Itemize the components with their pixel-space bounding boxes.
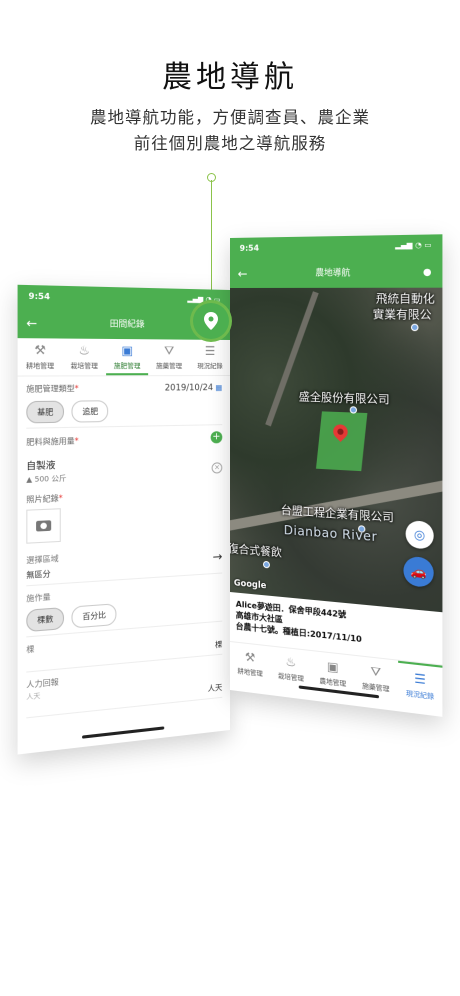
chip-top-dress[interactable]: 追肥 <box>71 400 109 423</box>
status-icons: ▂▄▆ ◔ ▭ <box>395 240 432 250</box>
labor-value: 人天 <box>207 682 223 694</box>
category-tabs: ⚒ 耕地管理 ♨ 栽培管理 ▣ 施肥管理 ⛛ 施藥管理 ☰ 現況紀錄 <box>17 338 231 377</box>
shovel-icon: ⚒ <box>244 649 256 665</box>
app-bar-title: 農地導航 <box>315 268 351 279</box>
unit-value: 棵 <box>215 639 223 650</box>
tab-cultivation[interactable]: ♨ 栽培管理 <box>270 646 311 691</box>
form-body: 施肥管理類型* 2019/10/24 ▦ 基肥 追肥 肥料與施用量* + 自製液… <box>18 376 230 732</box>
watering-can-icon: ♨ <box>78 342 90 358</box>
tab-fertilize[interactable]: ▣ 施肥管理 <box>105 338 149 376</box>
fertilizer-icon: ▣ <box>121 343 134 358</box>
photo-text: 照片紀錄 <box>26 493 59 505</box>
tab-label: 耕地管理 <box>25 361 55 371</box>
chip-base-fert[interactable]: 基肥 <box>26 400 65 424</box>
clipboard-icon: ☰ <box>204 343 216 358</box>
photo-label: 照片紀錄* <box>26 492 62 505</box>
app-bar-title: 田間紀錄 <box>109 319 145 331</box>
calendar-icon: ▦ <box>215 382 223 392</box>
tab-label: 施肥管理 <box>113 361 141 371</box>
fertilizer-icon: ▣ <box>326 658 339 675</box>
subtitle-line-2: 前往個別農地之導航服務 <box>133 134 327 153</box>
shovel-icon: ⚒ <box>34 342 46 358</box>
google-logo: Google <box>233 578 267 592</box>
tab-label: 現況紀錄 <box>197 361 223 371</box>
date-value: 2019/10/24 <box>164 382 214 394</box>
photo-add-button[interactable] <box>26 508 61 544</box>
tab-label: 施藥管理 <box>362 681 390 694</box>
place-marker-icon <box>410 323 419 332</box>
area-select[interactable]: 選擇區域 無區分 → <box>26 543 223 587</box>
date-field[interactable]: 2019/10/24 ▦ <box>165 383 223 393</box>
field-record-phone: 9:54 ▂▄▆ ◔ ▭ ← 田間紀錄 ⚒ 耕地管理 ♨ 栽培管理 ▣ 施肥管理 ⛛ 施… <box>17 284 231 755</box>
back-arrow-icon[interactable]: ← <box>26 308 37 338</box>
map-road <box>265 291 319 427</box>
tab-status[interactable]: ☰ 現況紀錄 <box>190 340 230 375</box>
add-icon[interactable]: + <box>210 431 223 444</box>
farm-plot[interactable] <box>315 411 368 472</box>
tab-status[interactable]: ☰ 現況紀錄 <box>397 660 443 708</box>
road-icon: ⛛ <box>370 663 382 680</box>
camera-icon <box>36 520 52 532</box>
tab-label: 農地管理 <box>319 676 347 689</box>
required-mark: * <box>58 493 63 504</box>
place-marker-icon <box>349 406 358 414</box>
tab-cultivation[interactable]: ♨ 栽培管理 <box>62 339 106 376</box>
map-label: 復合式餐飲 <box>230 541 282 560</box>
tab-farmland[interactable]: ⚒ 耕地管理 <box>18 338 63 375</box>
fert-type-chips: 基肥 追肥 <box>26 399 223 429</box>
fert-type-text: 施肥管理類型 <box>26 383 75 394</box>
home-indicator <box>82 726 165 739</box>
tab-label: 現況紀錄 <box>405 689 435 701</box>
area-label: 選擇區域 <box>26 553 59 566</box>
map-label: 盛全股份有限公司 <box>298 390 390 407</box>
map-label: 飛統自動化 <box>375 291 435 306</box>
satellite-map[interactable]: 飛統自動化 實業有限公 盛全股份有限公司 台盟工程企業有限公司 Dianbao … <box>230 287 443 613</box>
clipboard-icon: ☰ <box>414 670 426 688</box>
area-value: 無區分 <box>26 568 51 580</box>
location-pin-icon <box>190 300 232 342</box>
arrow-right-icon: → <box>212 548 223 564</box>
headline: 農地導航 <box>162 60 298 95</box>
farm-navigation-phone: 9:54 ▂▄▆ ◔ ▭ ← 農地導航 ● 飛統自動化 實業有限公 盛全股份有限… <box>230 234 443 717</box>
tab-farmland[interactable]: ⚒ 耕地管理 <box>230 642 270 686</box>
fert-type-label: 施肥管理類型* <box>26 383 78 395</box>
material-item: 自製液 ▲ 500 公斤 <box>26 453 66 493</box>
watering-can-icon: ♨ <box>285 654 297 670</box>
chip-percent[interactable]: 百分比 <box>71 603 117 629</box>
clear-icon[interactable]: × <box>211 462 223 474</box>
tab-label: 施藥管理 <box>156 361 183 371</box>
location-pin-icon[interactable]: ● <box>423 258 432 288</box>
road-icon: ⛛ <box>164 343 175 358</box>
tab-label: 栽培管理 <box>70 361 98 371</box>
status-time: 9:54 <box>239 243 260 253</box>
status-time: 9:54 <box>28 291 51 302</box>
tab-pesticide[interactable]: ⛛ 施藥管理 <box>148 339 189 375</box>
map-label: 台盟工程企業有限公司 <box>280 503 394 525</box>
tab-label: 耕地管理 <box>237 666 263 678</box>
subtitle-line-1: 農地導航功能，方便調查員、農企業 <box>90 108 370 127</box>
tab-label: 栽培管理 <box>277 671 304 683</box>
material-amount: ▲ 500 公斤 <box>26 474 67 485</box>
material-amount-text: 500 公斤 <box>34 474 67 484</box>
app-bar: ← 農地導航 ● <box>230 257 443 288</box>
required-mark: * <box>74 383 79 394</box>
car-icon[interactable]: 🚗 <box>403 555 434 588</box>
required-mark: * <box>74 435 79 446</box>
material-name: 自製液 <box>26 460 56 473</box>
material-text: 肥料與施用量 <box>26 435 75 447</box>
chip-count[interactable]: 棵數 <box>26 607 65 633</box>
back-arrow-icon[interactable]: ← <box>238 260 248 288</box>
my-location-icon[interactable]: ◎ <box>405 520 434 550</box>
map-label: 實業有限公 <box>372 307 432 322</box>
status-bar: 9:54 ▂▄▆ ◔ ▭ <box>230 234 443 260</box>
material-label: 肥料與施用量* <box>26 435 78 448</box>
place-marker-icon <box>263 560 270 569</box>
